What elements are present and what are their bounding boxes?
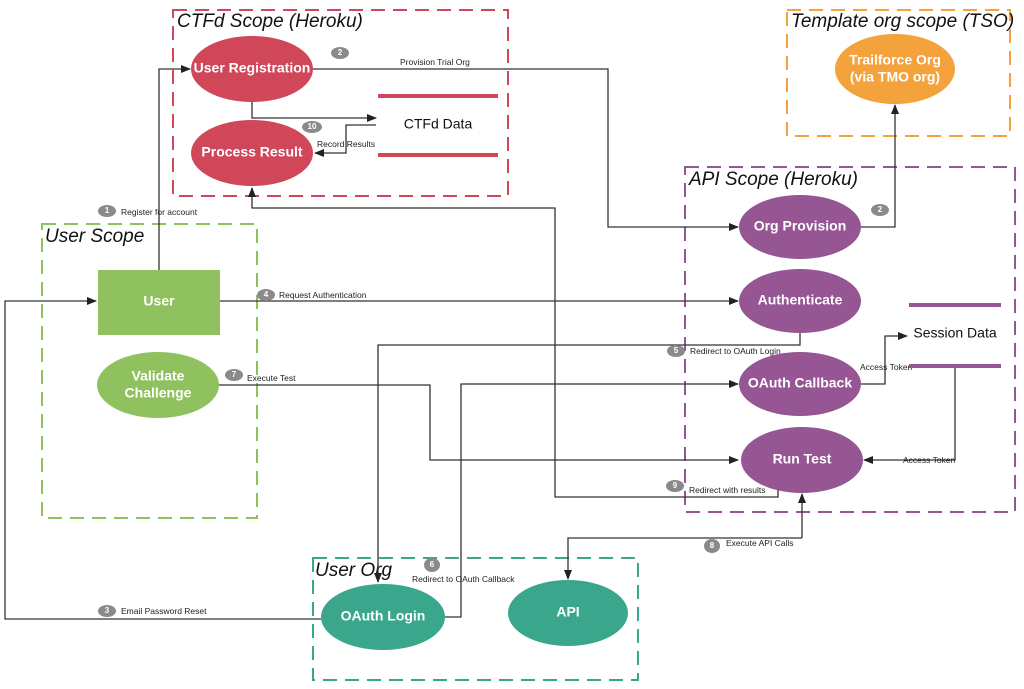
step-number: 5 (674, 346, 679, 355)
tso-scope-title: Template org scope (TSO) (791, 11, 1014, 32)
node-label: Challenge (125, 385, 192, 401)
node-label: Org Provision (754, 218, 847, 234)
edge-redirect-results (248, 187, 779, 498)
edge-label: Request Authentication (279, 290, 367, 300)
edge-label: Redirect with results (689, 485, 766, 495)
step-number: 7 (232, 370, 237, 379)
node-org-provision: Org Provision (739, 195, 861, 259)
user-org-scope-title: User Org (315, 560, 393, 581)
node-user: User (98, 270, 220, 335)
step-number: 9 (673, 481, 678, 490)
node-label: OAuth Login (341, 608, 426, 624)
edge-access-token-read (863, 368, 956, 464)
edge-label: Access Token (860, 362, 913, 372)
node-label: Run Test (773, 451, 832, 467)
node-api: API (508, 580, 628, 646)
step-number: 4 (264, 290, 269, 299)
api-scope-title: API Scope (Heroku) (688, 169, 858, 190)
data-flow-diagram: CTFd Scope (Heroku) Template org scope (… (4, 9, 1016, 681)
store-label: Session Data (913, 325, 996, 341)
edge-label: Record Results (317, 139, 375, 149)
node-authenticate: Authenticate (739, 269, 861, 333)
node-user-registration: User Registration (191, 36, 313, 102)
node-label: Validate (132, 368, 185, 384)
edge-label: Email Password Reset (121, 606, 207, 616)
node-run-test: Run Test (741, 427, 863, 493)
step-number: 3 (105, 606, 110, 615)
edge-label: Redirect to OAuth Login (690, 346, 781, 356)
step-number: 1 (105, 206, 110, 215)
edge-label: Execute API Calls (726, 538, 794, 548)
node-oauth-login: OAuth Login (321, 584, 445, 650)
edge-label: Redirect to OAuth Callback (412, 574, 515, 584)
node-label: Authenticate (758, 292, 843, 308)
edge-provision-trial (313, 68, 739, 231)
edge-access-token-store (861, 332, 908, 385)
store-session-data: Session Data (909, 303, 1001, 368)
node-label: User (143, 293, 175, 309)
step-number: 6 (430, 560, 435, 569)
user-scope-title: User Scope (45, 226, 144, 247)
node-label: User Registration (194, 60, 311, 76)
store-label: CTFd Data (404, 116, 473, 132)
node-process-result: Process Result (191, 120, 313, 186)
node-label: Trailforce Org (849, 52, 941, 68)
edge-label: Provision Trial Org (400, 57, 470, 67)
step-number: 2 (878, 205, 883, 214)
edge-label: Access Token (903, 455, 956, 465)
node-label: OAuth Callback (748, 375, 852, 391)
node-label: Process Result (201, 144, 302, 160)
edge-registration-to-data (251, 101, 377, 122)
step-number: 10 (308, 122, 317, 131)
edge-register (158, 65, 191, 270)
node-validate-challenge: Validate Challenge (97, 352, 219, 418)
ctfd-scope-title: CTFd Scope (Heroku) (177, 11, 363, 32)
step-number: 8 (710, 541, 715, 550)
edge-label: Register for account (121, 207, 198, 217)
step-number: 2 (338, 48, 343, 57)
node-trailforce-org: Trailforce Org (via TMO org) (835, 34, 955, 104)
node-oauth-callback: OAuth Callback (739, 352, 861, 416)
node-label: (via TMO org) (850, 69, 940, 85)
edge-label: Execute Test (247, 373, 296, 383)
store-ctfd-data: CTFd Data (378, 94, 498, 157)
edge-execute-test (219, 384, 739, 464)
edge-email-reset (4, 297, 321, 620)
node-label: API (556, 604, 579, 620)
